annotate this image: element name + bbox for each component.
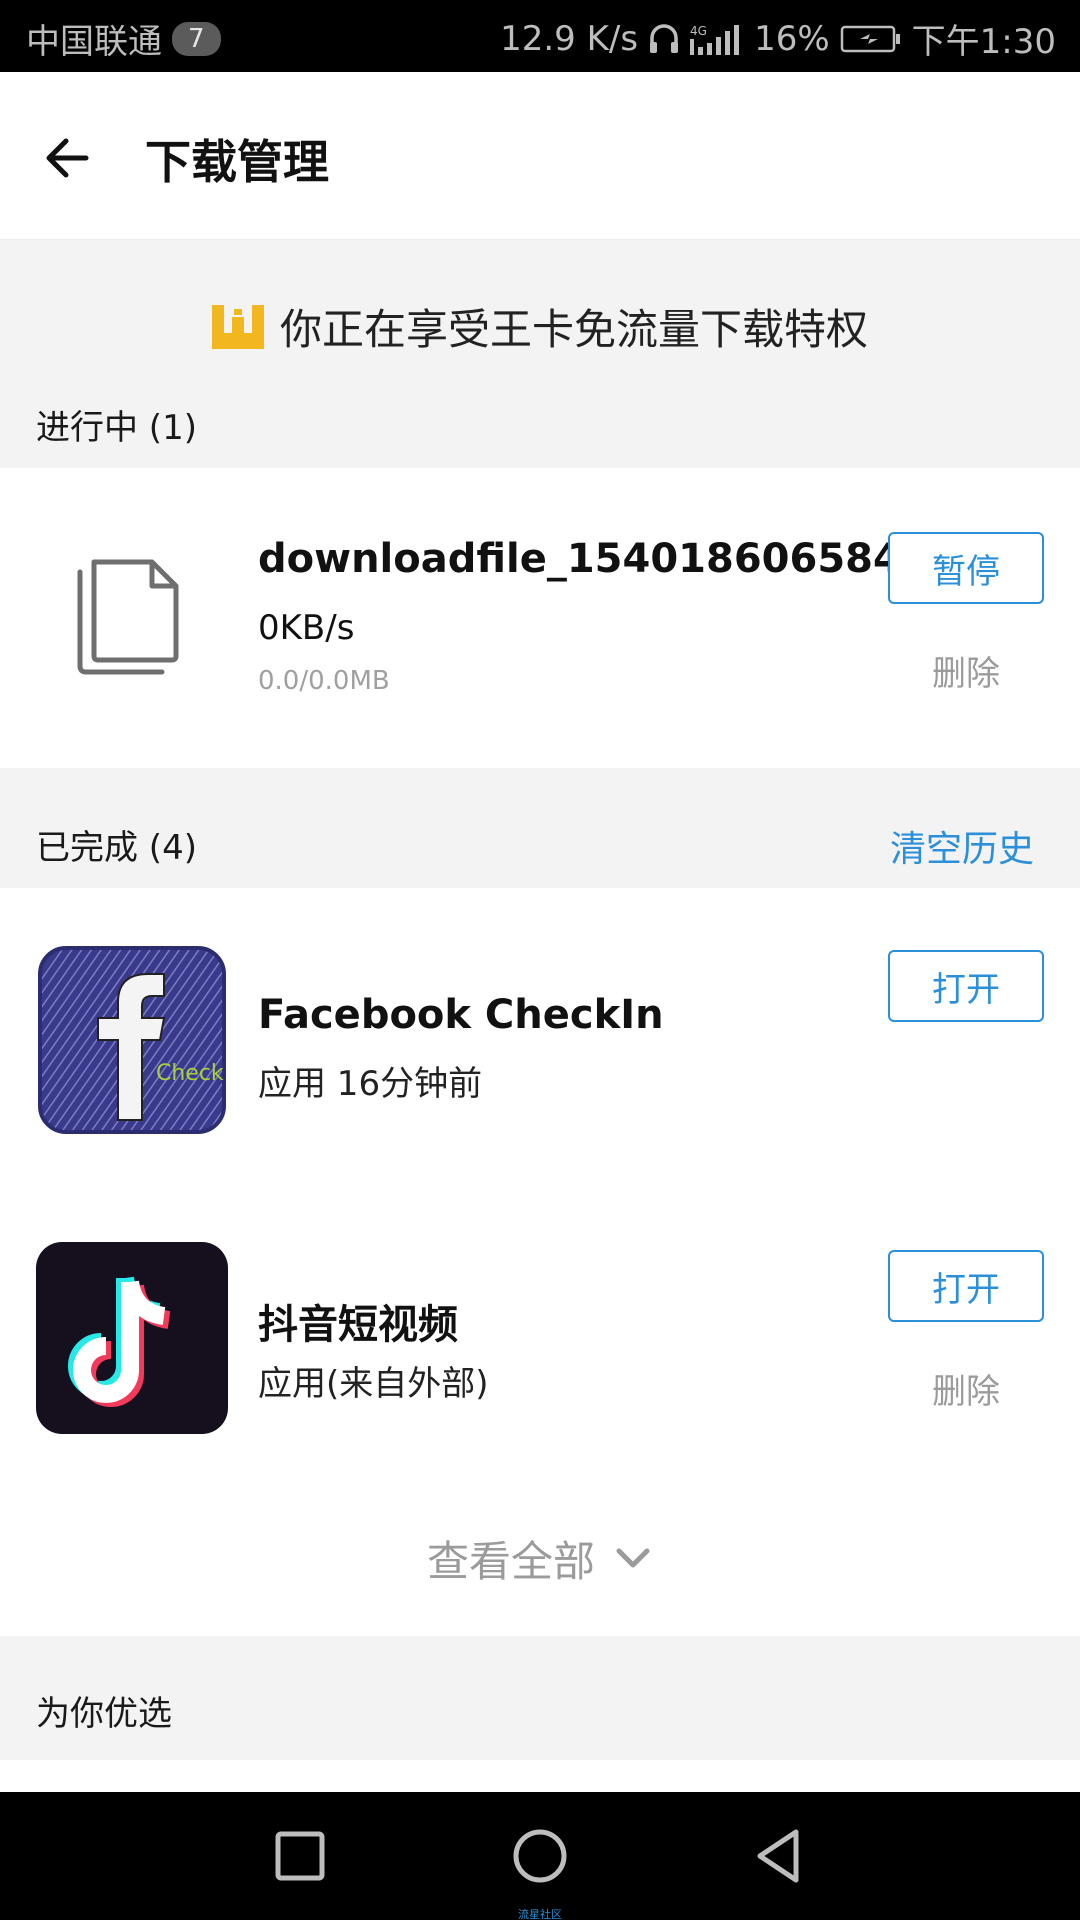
app-header: 下载管理 xyxy=(0,72,1080,240)
back-arrow-icon[interactable] xyxy=(40,128,100,188)
svg-text:Check In: Check In xyxy=(156,1061,228,1086)
delete-button[interactable]: 删除 xyxy=(888,646,1044,695)
facebook-checkin-icon: Check In xyxy=(38,946,228,1134)
list-item[interactable]: Check In Facebook CheckIn 应用 16分钟前 打开 xyxy=(0,888,1080,1188)
promo-text: 你正在享受王卡免流量下载特权 xyxy=(280,305,869,354)
completed-section-header: 已完成 (4) 清空历史 xyxy=(0,768,1080,888)
page-title: 下载管理 xyxy=(145,135,329,189)
signal-icon: 4G xyxy=(690,24,740,55)
recommend-section: 为你优选 xyxy=(0,1636,1080,1760)
svg-text:4G: 4G xyxy=(690,24,707,38)
open-button[interactable]: 打开 xyxy=(888,950,1044,1022)
file-name: downloadfile_1540186065841 xyxy=(258,536,929,582)
list-item[interactable]: 抖音短视频 应用(来自外部) 打开 删除 xyxy=(0,1188,1080,1488)
delete-button[interactable]: 删除 xyxy=(888,1364,1044,1413)
app-name: Facebook CheckIn xyxy=(258,992,664,1038)
pause-button[interactable]: 暂停 xyxy=(888,532,1044,604)
promo-section: 你正在享受王卡免流量下载特权 进行中 (1) xyxy=(0,240,1080,468)
carrier-name: 中国联通 xyxy=(26,22,162,62)
network-speed: 12.9 K/s xyxy=(500,18,639,59)
clock: 下午1:30 xyxy=(911,22,1056,62)
chevron-down-icon xyxy=(616,1548,650,1567)
document-icon xyxy=(77,559,179,675)
download-size: 0.0/0.0MB xyxy=(258,666,390,696)
recommend-list xyxy=(0,1760,1080,1792)
open-button[interactable]: 打开 xyxy=(888,1250,1044,1322)
home-icon[interactable] xyxy=(508,1824,572,1888)
view-all-button[interactable]: 查看全部 xyxy=(0,1528,1080,1589)
watermark-caption: 流星社区 xyxy=(518,1908,562,1920)
promo-banner: 你正在享受王卡免流量下载特权 xyxy=(210,296,868,357)
douyin-icon xyxy=(36,1242,228,1434)
navigation-bar xyxy=(0,1792,1080,1920)
back-nav-icon[interactable] xyxy=(748,1824,812,1888)
battery-percent: 16% xyxy=(754,18,830,59)
recommend-label: 为你优选 xyxy=(36,1694,172,1734)
battery-icon xyxy=(840,25,900,52)
app-meta: 应用(来自外部) xyxy=(258,1364,489,1404)
notification-badge: 7 xyxy=(172,21,221,56)
in-progress-label: 进行中 (1) xyxy=(36,408,197,448)
crown-w-icon xyxy=(212,304,264,349)
app-meta: 应用 16分钟前 xyxy=(258,1064,483,1104)
completed-label: 已完成 (4) xyxy=(36,828,197,868)
status-bar: 中国联通 7 12.9 K/s 4G 16% 下午1:30 xyxy=(0,0,1080,72)
app-name: 抖音短视频 xyxy=(258,1302,458,1348)
recent-apps-icon[interactable] xyxy=(268,1824,332,1888)
view-all-label: 查看全部 xyxy=(426,1537,595,1586)
download-item[interactable]: downloadfile_1540186065841 0KB/s 0.0/0.0… xyxy=(0,468,1080,768)
download-speed: 0KB/s xyxy=(258,608,355,648)
headphones-icon xyxy=(650,23,679,53)
completed-list: Check In Facebook CheckIn 应用 16分钟前 打开 抖音… xyxy=(0,888,1080,1636)
clear-history-button[interactable]: 清空历史 xyxy=(890,820,1034,872)
